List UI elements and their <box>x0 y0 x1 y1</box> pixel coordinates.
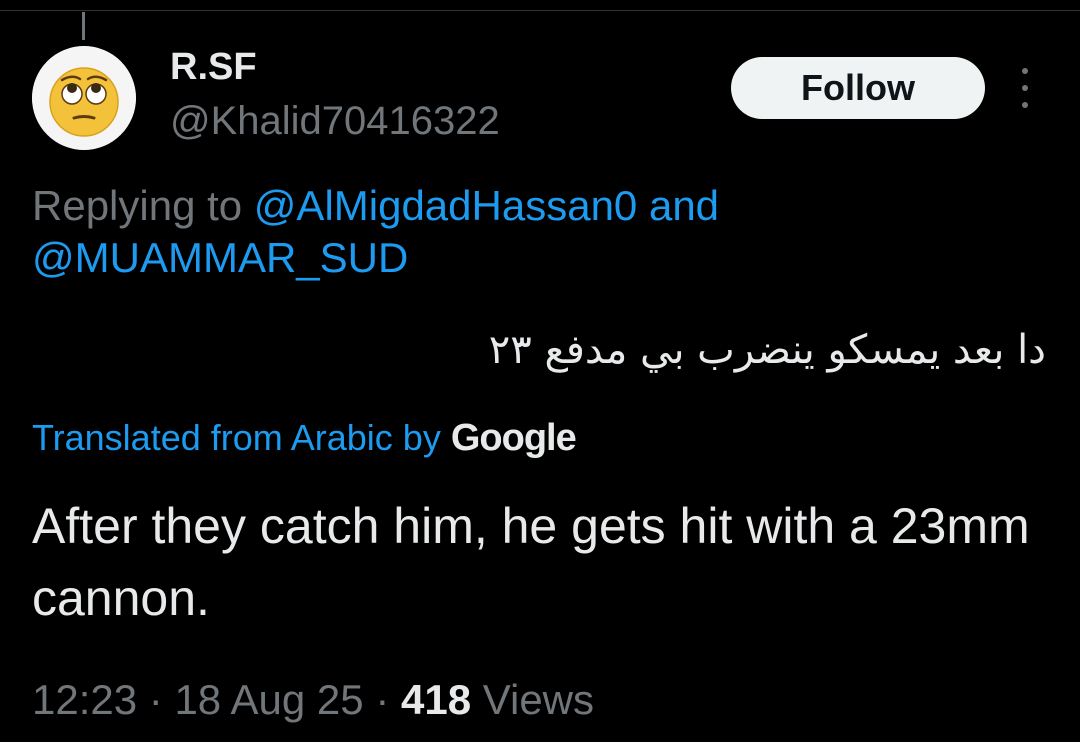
thread-connector-line <box>82 12 85 40</box>
reply-joiner[interactable]: and <box>649 182 719 229</box>
meta-separator: · <box>148 676 163 723</box>
replying-to-line: Replying to @AlMigdadHassan0 and @MUAMMA… <box>32 180 932 284</box>
views-count[interactable]: 418 <box>401 676 471 723</box>
translated-tweet-text: After they catch him, he gets hit with a… <box>32 498 1030 626</box>
original-tweet-text: دا بعد يمسكو ينضرب بي مدفع ٢٣ <box>488 327 1046 373</box>
meta-separator: · <box>375 676 390 723</box>
replying-prefix: Replying to <box>32 182 243 229</box>
tweet-date[interactable]: 18 Aug 25 <box>174 676 363 723</box>
reply-mention-link[interactable]: @MUAMMAR_SUD <box>32 234 408 281</box>
more-options-icon[interactable] <box>1010 68 1040 108</box>
avatar[interactable] <box>32 46 136 150</box>
translation-attribution[interactable]: Translated from Arabic by Google <box>32 414 577 462</box>
tweet-metadata: 12:23 · 18 Aug 25 · 418 Views <box>32 672 594 728</box>
reply-mention-link[interactable]: @AlMigdadHassan0 <box>254 182 638 229</box>
top-divider <box>0 10 1080 11</box>
google-logo: Google <box>450 417 577 459</box>
tweet-time[interactable]: 12:23 <box>32 676 137 723</box>
follow-button[interactable]: Follow <box>731 57 985 119</box>
display-name[interactable]: R.SF <box>170 44 257 90</box>
eye-roll-emoji-icon <box>32 46 136 150</box>
user-handle[interactable]: @Khalid70416322 <box>170 98 500 144</box>
translated-label: Translated from Arabic by <box>32 417 441 458</box>
views-label[interactable]: Views <box>483 676 594 723</box>
